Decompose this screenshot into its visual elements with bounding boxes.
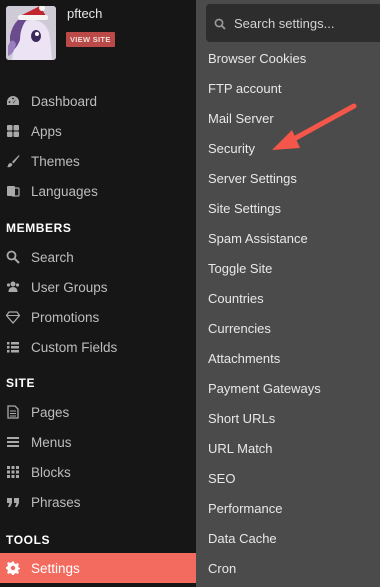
settings-dropdown: Browser Cookies FTP account Mail Server …	[196, 0, 380, 587]
nav-item-label: Themes	[31, 153, 80, 169]
settings-item-spam-assistance[interactable]: Spam Assistance	[208, 231, 308, 246]
nav-item-menus[interactable]: Menus	[0, 427, 196, 457]
nav-item-label: Apps	[31, 123, 62, 139]
nav-item-languages[interactable]: Languages	[0, 176, 196, 206]
nav-item-promotions[interactable]: Promotions	[0, 302, 196, 332]
settings-item-cron[interactable]: Cron	[208, 561, 236, 576]
settings-item-performance[interactable]: Performance	[208, 501, 282, 516]
username: pftech	[67, 6, 103, 21]
settings-item-browser-cookies[interactable]: Browser Cookies	[208, 51, 306, 66]
file-icon	[6, 405, 20, 419]
nav-item-label: Phrases	[31, 494, 81, 510]
nav-item-label: Promotions	[31, 309, 100, 325]
nav-item-label: Pages	[31, 404, 70, 420]
menu-icon	[6, 435, 20, 449]
settings-item-currencies[interactable]: Currencies	[208, 321, 271, 336]
settings-item-site-settings[interactable]: Site Settings	[208, 201, 281, 216]
nav-item-apps[interactable]: Apps	[0, 116, 196, 146]
nav-item-label: Settings	[31, 560, 80, 576]
language-icon	[6, 184, 20, 198]
brush-icon	[6, 154, 20, 168]
nav-item-search[interactable]: Search	[0, 242, 196, 272]
gear-icon	[6, 561, 20, 575]
dashboard-icon	[6, 94, 20, 108]
settings-item-seo[interactable]: SEO	[208, 471, 235, 486]
nav-item-phrases[interactable]: Phrases	[0, 487, 196, 517]
nav-item-custom-fields[interactable]: Custom Fields	[0, 332, 196, 362]
nav-item-settings[interactable]: Settings	[0, 553, 196, 583]
avatar[interactable]	[6, 6, 56, 60]
admin-sidebar: pftech VIEW SITE Dashboard Apps Themes L…	[0, 0, 196, 587]
settings-search-input[interactable]	[234, 15, 380, 31]
nav-item-pages[interactable]: Pages	[0, 397, 196, 427]
settings-item-toggle-site[interactable]: Toggle Site	[208, 261, 272, 276]
nav-item-label: Search	[31, 249, 74, 265]
view-site-button[interactable]: VIEW SITE	[66, 32, 115, 47]
settings-item-server-settings[interactable]: Server Settings	[208, 171, 297, 186]
settings-item-attachments[interactable]: Attachments	[208, 351, 280, 366]
profile-block: pftech VIEW SITE	[0, 0, 196, 80]
settings-item-url-match[interactable]: URL Match	[208, 441, 273, 456]
nav-item-label: Custom Fields	[31, 339, 118, 355]
nav-item-label: Blocks	[31, 464, 71, 480]
group-title-site: SITE	[6, 376, 36, 390]
settings-item-payment-gateways[interactable]: Payment Gateways	[208, 381, 321, 396]
nav-item-themes[interactable]: Themes	[0, 146, 196, 176]
group-title-tools: TOOLS	[6, 533, 51, 547]
apps-icon	[6, 124, 20, 138]
settings-item-security[interactable]: Security	[208, 141, 255, 156]
list-icon	[6, 340, 20, 354]
annotation-arrow	[272, 103, 357, 150]
diamond-icon	[6, 310, 20, 324]
nav-item-label: User Groups	[31, 279, 108, 295]
grid-icon	[6, 465, 20, 479]
settings-item-ftp-account[interactable]: FTP account	[208, 81, 281, 96]
nav-item-label: Menus	[31, 434, 72, 450]
search-icon	[6, 250, 20, 264]
search-icon	[214, 17, 226, 30]
nav-item-blocks[interactable]: Blocks	[0, 457, 196, 487]
nav-item-label: Languages	[31, 183, 98, 199]
nav-item-dashboard[interactable]: Dashboard	[0, 86, 196, 116]
users-icon	[6, 280, 20, 294]
settings-search-box[interactable]	[206, 4, 380, 42]
settings-item-countries[interactable]: Countries	[208, 291, 264, 306]
nav-item-user-groups[interactable]: User Groups	[0, 272, 196, 302]
settings-item-mail-server[interactable]: Mail Server	[208, 111, 274, 126]
settings-item-data-cache[interactable]: Data Cache	[208, 531, 277, 546]
nav-item-label: Dashboard	[31, 93, 98, 109]
settings-item-short-urls[interactable]: Short URLs	[208, 411, 275, 426]
group-title-members: MEMBERS	[6, 221, 72, 235]
quote-icon	[6, 495, 20, 509]
